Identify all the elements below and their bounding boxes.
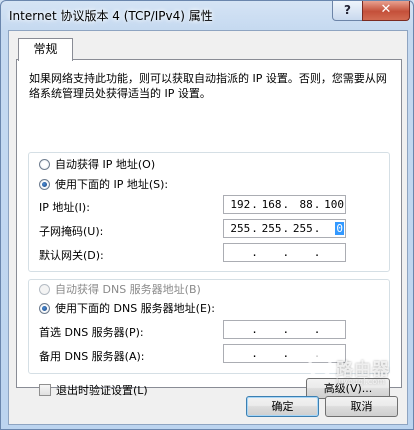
ok-button[interactable]: 确定 — [246, 396, 319, 417]
tab-panel-general: 如果网络支持此功能，则可以获取自动指派的 IP 设置。否则，您需要从网络系统管理… — [16, 59, 402, 399]
watermark-logo: 路由器 luyouqi.com — [308, 351, 398, 396]
watermark-icon — [308, 354, 332, 378]
close-button[interactable]: ✕ — [362, 1, 410, 21]
ip-octet-3[interactable]: 88 — [287, 198, 314, 211]
alternate-dns-label: 备用 DNS 服务器(A): — [39, 350, 145, 363]
validate-on-exit-option[interactable]: 退出时验证设置(L) — [39, 382, 148, 398]
ip-address-label: IP 地址(I): — [39, 201, 90, 214]
subnet-octet-4[interactable]: 0 — [318, 222, 345, 235]
manual-ip-option[interactable]: 使用下面的 IP 地址(S): — [39, 176, 168, 192]
ip-address-field[interactable]: 192. 168. 88. 100 — [223, 195, 346, 214]
validate-label: 退出时验证设置(L) — [56, 384, 148, 397]
description-text: 如果网络支持此功能，则可以获取自动指派的 IP 设置。否则，您需要从网络系统管理… — [29, 72, 387, 100]
manual-dns-option[interactable]: 使用下面的 DNS 服务器地址(E): — [39, 300, 215, 316]
gateway-label: 默认网关(D): — [39, 249, 104, 262]
manual-dns-radio[interactable] — [39, 302, 50, 314]
subnet-octet-1[interactable]: 255 — [224, 222, 251, 235]
ip-octet-4[interactable]: 100 — [318, 198, 345, 211]
manual-ip-label: 使用下面的 IP 地址(S): — [55, 178, 169, 191]
preferred-dns-field[interactable]: . . . — [223, 320, 346, 339]
ip-octet-2[interactable]: 168 — [255, 198, 282, 211]
auto-dns-option[interactable]: 自动获得 DNS 服务器地址(B) — [39, 281, 201, 297]
subnet-octet-4-selected: 0 — [335, 222, 344, 235]
tab-general[interactable]: 常规 — [18, 38, 73, 61]
subnet-mask-field[interactable]: 255. 255. 255. 0 — [223, 219, 346, 238]
subnet-octet-2[interactable]: 255 — [255, 222, 282, 235]
auto-ip-radio[interactable] — [39, 158, 50, 170]
auto-dns-radio[interactable] — [39, 283, 50, 295]
cancel-button[interactable]: 取消 — [325, 396, 398, 417]
gateway-field[interactable]: . . . — [223, 243, 346, 262]
subnet-mask-label: 子网掩码(U): — [39, 225, 104, 238]
manual-dns-label: 使用下面的 DNS 服务器地址(E): — [55, 302, 215, 315]
preferred-dns-label: 首选 DNS 服务器(P): — [39, 326, 144, 339]
help-button[interactable]: ? — [332, 1, 363, 21]
manual-ip-radio[interactable] — [39, 178, 50, 190]
auto-dns-label: 自动获得 DNS 服务器地址(B) — [55, 283, 201, 296]
window-title: Internet 协议版本 4 (TCP/IPv4) 属性 — [9, 9, 213, 23]
validate-checkbox[interactable] — [39, 384, 51, 396]
auto-ip-option[interactable]: 自动获得 IP 地址(O) — [39, 156, 155, 172]
watermark-url: luyouqi.com — [336, 377, 385, 386]
subnet-octet-3[interactable]: 255 — [287, 222, 314, 235]
ip-octet-1[interactable]: 192 — [224, 198, 251, 211]
dialog-window: Internet 协议版本 4 (TCP/IPv4) 属性 ? ✕ 常规 如果网… — [0, 0, 414, 430]
auto-ip-label: 自动获得 IP 地址(O) — [55, 158, 156, 171]
